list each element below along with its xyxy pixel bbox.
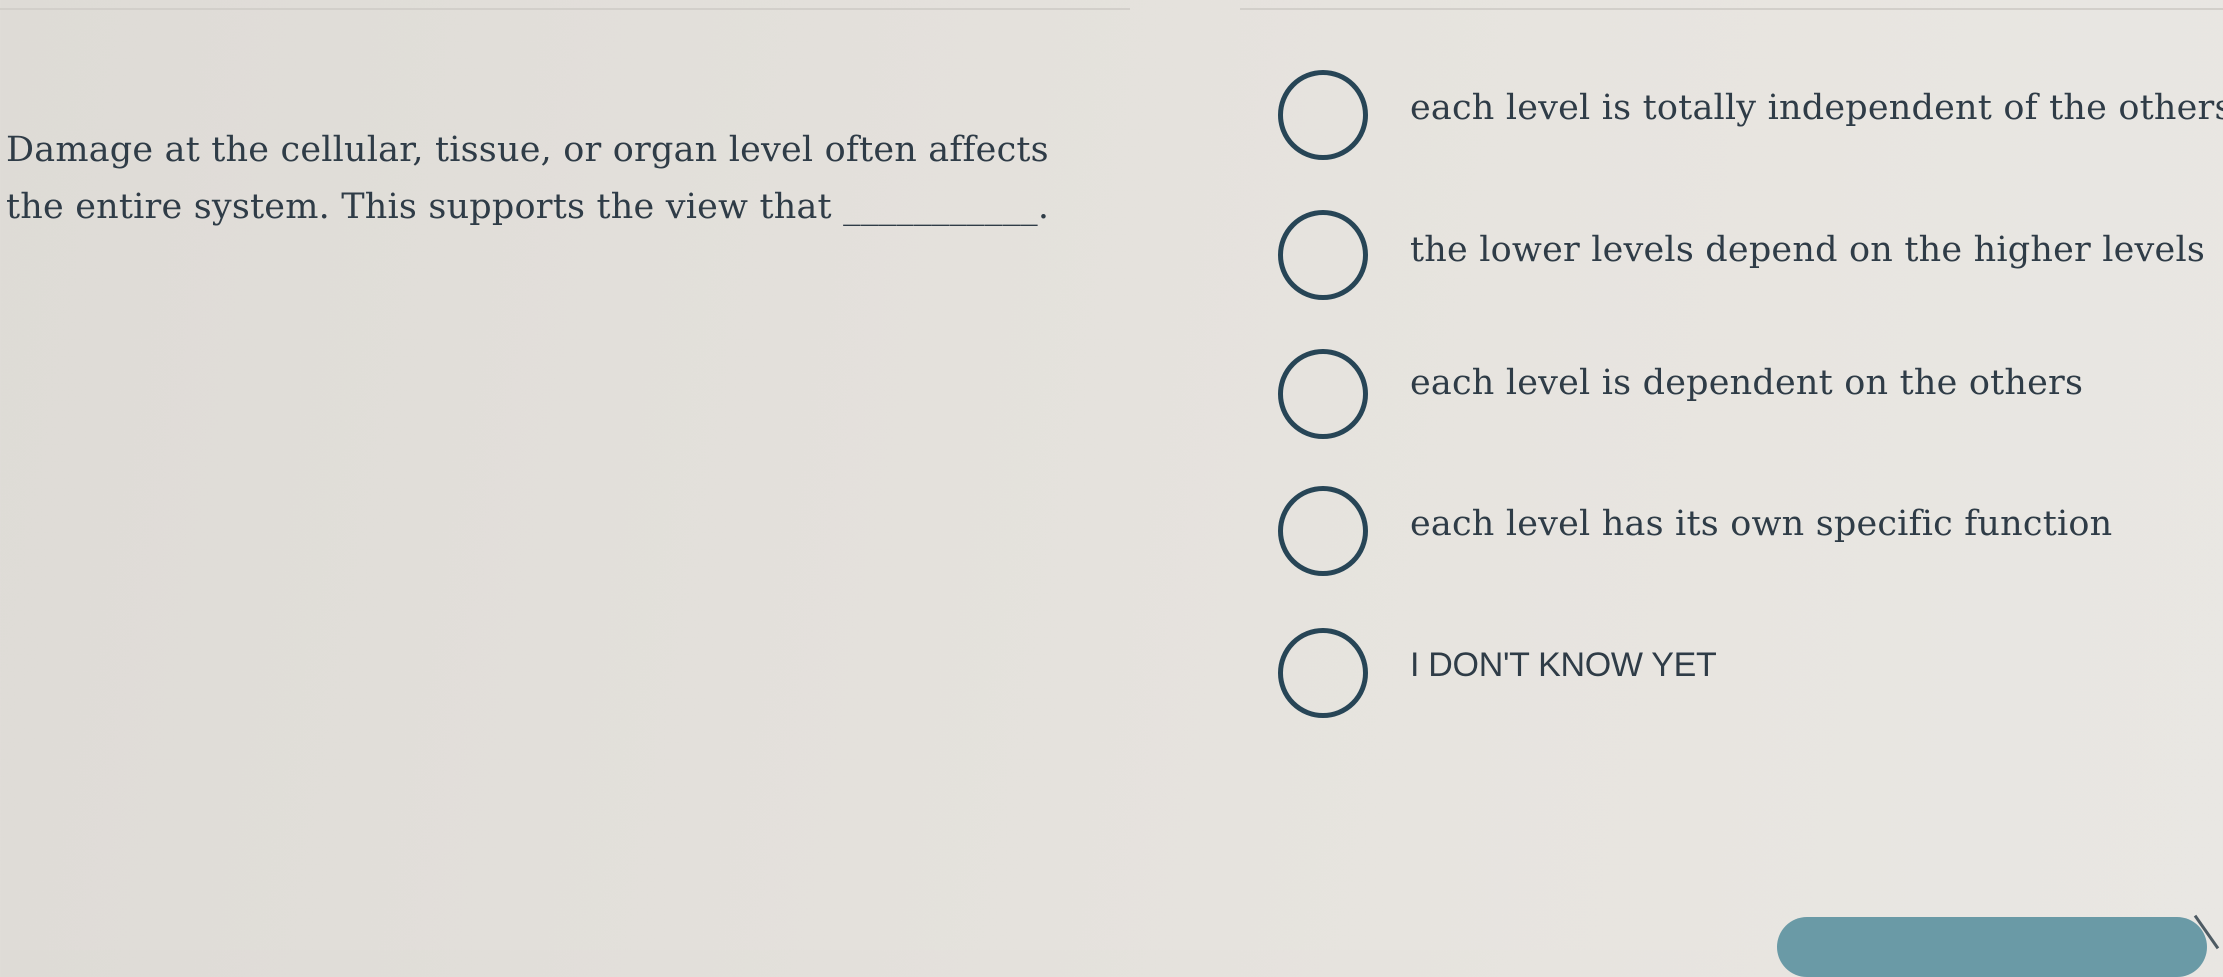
answer-option-1[interactable]: each level is totally independent of the…: [1275, 70, 2223, 174]
radio-button[interactable]: [1278, 70, 1368, 160]
answer-option-label: I DON'T KNOW YET: [1410, 646, 1717, 684]
top-divider-left: [0, 8, 1130, 10]
answer-option-label: each level has its own specific function: [1410, 504, 2113, 544]
answer-option-label: each level is totally independent of the…: [1410, 88, 2223, 128]
answer-option-5[interactable]: I DON'T KNOW YET: [1275, 628, 2215, 732]
question-text: Damage at the cellular, tissue, or organ…: [6, 130, 1050, 227]
radio-button[interactable]: [1278, 486, 1368, 576]
answer-option-label: the lower levels depend on the higher le…: [1410, 230, 2206, 270]
radio-button[interactable]: [1278, 628, 1368, 718]
answer-option-2[interactable]: the lower levels depend on the higher le…: [1275, 210, 2215, 314]
top-divider-right: [1240, 8, 2223, 10]
submit-button[interactable]: [1777, 917, 2207, 977]
answer-option-label: each level is dependent on the others: [1410, 363, 2084, 403]
radio-button[interactable]: [1278, 349, 1368, 439]
answer-option-3[interactable]: each level is dependent on the others: [1275, 349, 2215, 453]
radio-button[interactable]: [1278, 210, 1368, 300]
answer-option-4[interactable]: each level has its own specific function: [1275, 486, 2215, 590]
